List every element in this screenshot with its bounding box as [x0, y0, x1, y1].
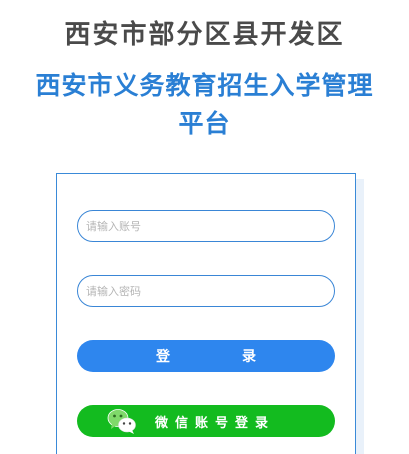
wechat-login-button[interactable]: 微信账号登录	[77, 405, 335, 437]
login-button[interactable]: 登 录	[77, 340, 335, 372]
page-title: 西安市义务教育招生入学管理 平台	[20, 67, 389, 143]
login-page: 西安市部分区县开发区 西安市义务教育招生入学管理 平台 登 录 微信账号登录	[0, 0, 409, 454]
login-button-char1: 登	[156, 349, 170, 365]
password-field-wrapper	[77, 275, 335, 307]
account-input[interactable]	[78, 211, 334, 241]
wechat-icon	[107, 409, 136, 434]
login-button-char2: 录	[242, 349, 256, 365]
account-field-wrapper	[77, 210, 335, 242]
page-title-line1: 西安市义务教育招生入学管理	[35, 71, 374, 100]
page-subtitle: 西安市部分区县开发区	[64, 20, 345, 50]
password-input[interactable]	[78, 276, 334, 306]
wechat-login-label: 微信账号登录	[154, 415, 275, 431]
page-title-line2: 平台	[178, 109, 231, 138]
